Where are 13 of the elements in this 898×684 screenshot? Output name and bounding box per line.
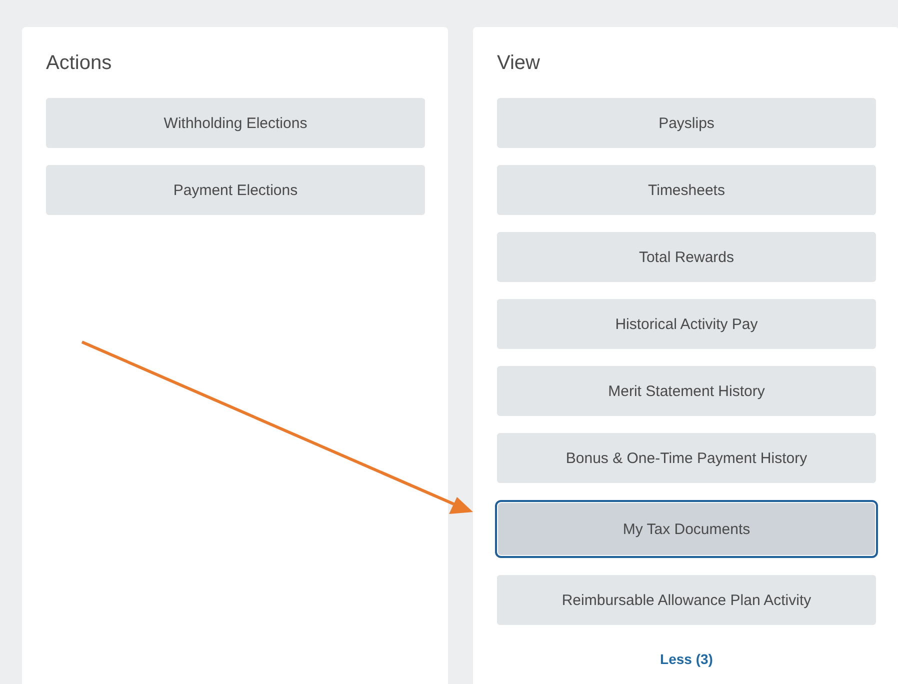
nav-button[interactable]: Reimbursable Allowance Plan Activity <box>497 575 876 625</box>
nav-button[interactable]: My Tax Documents <box>495 500 878 558</box>
nav-button[interactable]: Bonus & One-Time Payment History <box>497 433 876 483</box>
nav-button[interactable]: Timesheets <box>497 165 876 215</box>
nav-button[interactable]: Payslips <box>497 98 876 148</box>
panel-title: View <box>497 51 541 75</box>
nav-button[interactable]: Total Rewards <box>497 232 876 282</box>
nav-button[interactable]: Payment Elections <box>46 165 425 215</box>
panel-title: Actions <box>46 51 113 75</box>
nav-button[interactable]: Merit Statement History <box>497 366 876 416</box>
nav-button[interactable]: Withholding Elections <box>46 98 425 148</box>
nav-button[interactable]: Historical Activity Pay <box>497 299 876 349</box>
less-link[interactable]: Less (3) <box>660 651 713 667</box>
